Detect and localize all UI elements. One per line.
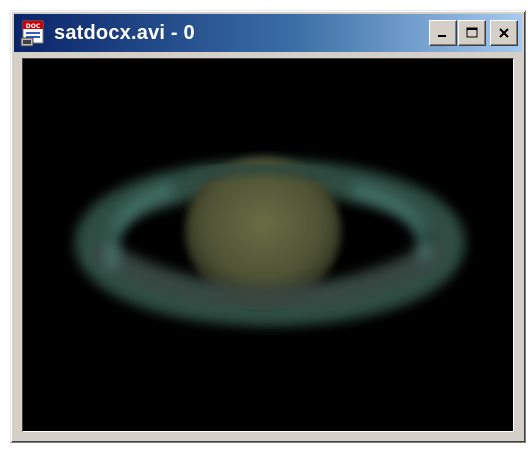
minimize-button[interactable] [429,20,457,46]
maximize-icon [465,27,479,39]
avi-document-icon[interactable]: DOC [20,19,48,47]
window-title: satdocx.avi - 0 [54,21,195,44]
close-button[interactable] [490,20,518,46]
saturn-image [23,59,513,431]
minimize-icon [436,27,450,39]
video-frame[interactable] [22,58,514,432]
svg-text:DOC: DOC [26,23,41,30]
close-icon [497,27,511,39]
maximize-button[interactable] [458,20,486,46]
title-bar[interactable]: DOC satdocx.avi - 0 [14,14,522,52]
video-player-window: DOC satdocx.avi - 0 [10,10,526,443]
window-controls [429,20,518,46]
